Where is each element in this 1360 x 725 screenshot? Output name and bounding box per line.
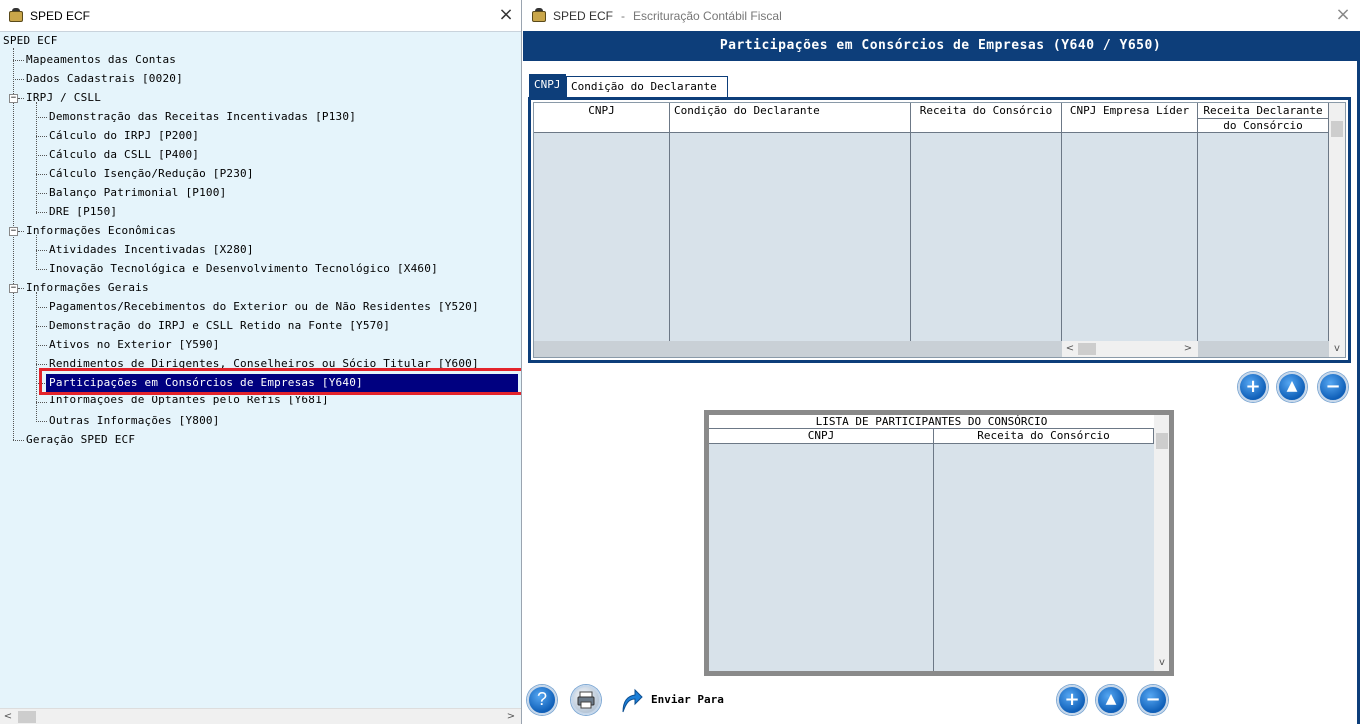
tree-item-mapeamentos[interactable]: Mapeamentos das Contas (26, 52, 176, 68)
collapse-irpj-icon[interactable]: − (9, 94, 18, 103)
left-window-title: SPED ECF (30, 8, 91, 23)
column-header-condicao[interactable]: Condição do Declarante (670, 103, 911, 133)
tab-cnpj[interactable]: CNPJ (529, 74, 566, 98)
participants-list-title: LISTA DE PARTICIPANTES DO CONSÓRCIO (709, 415, 1154, 429)
tree-item-y600[interactable]: Rendimentos de Dirigentes, Conselheiros … (49, 356, 479, 368)
print-button[interactable] (571, 685, 601, 715)
grid-vertical-scrollbar[interactable]: v (1329, 103, 1345, 357)
tree-item-y681[interactable]: Informações de Optantes pelo Refis [Y681… (49, 396, 329, 407)
tree-item-p230[interactable]: Cálculo Isenção/Redução [P230] (49, 166, 254, 182)
tree-item-p100[interactable]: Balanço Patrimonial [P100] (49, 185, 226, 201)
right-app-name: SPED ECF (553, 8, 614, 23)
scroll-right-icon[interactable]: > (503, 709, 519, 725)
column-receita-declarante-cells[interactable] (1198, 133, 1329, 343)
scroll-left-icon[interactable]: < (0, 709, 16, 725)
tree-item-x460[interactable]: Inovação Tecnológica e Desenvolvimento T… (49, 261, 438, 277)
tree-item-x280[interactable]: Atividades Incentivadas [X280] (49, 242, 254, 258)
tree-item-y590[interactable]: Ativos no Exterior [Y590] (49, 337, 220, 353)
help-button[interactable]: ? (527, 685, 557, 715)
title-separator: - (621, 8, 626, 23)
tree-item-geracao-sped[interactable]: Geração SPED ECF (26, 432, 135, 448)
tree-item-p150[interactable]: DRE [P150] (49, 204, 117, 220)
grid-scroll-thumb[interactable] (1078, 343, 1096, 355)
question-icon: ? (536, 689, 547, 709)
grid-scroll-down-icon[interactable]: v (1329, 341, 1345, 357)
column-header-cnpj[interactable]: CNPJ (534, 103, 670, 133)
list-up-button[interactable]: ▲ (1096, 685, 1126, 715)
sped-app-icon (531, 7, 547, 24)
plus-icon: + (1245, 376, 1261, 397)
plus-icon: + (1064, 689, 1080, 710)
tree-item-irpj-csll[interactable]: IRPJ / CSLL (26, 90, 101, 106)
list-remove-button[interactable]: − (1138, 685, 1168, 715)
right-title-bar: SPED ECF - Escrituração Contábil Fiscal (523, 0, 1360, 31)
column-condicao-cells[interactable] (670, 133, 911, 343)
right-close-icon[interactable]: × (1333, 5, 1353, 25)
column-header-receita-declarante-line1: Receita Declarante (1198, 104, 1328, 119)
tree-item-informacoes-economicas[interactable]: Informações Econômicas (26, 223, 176, 239)
grid-up-button[interactable]: ▲ (1277, 372, 1307, 402)
participants-list: LISTA DE PARTICIPANTES DO CONSÓRCIO CNPJ… (704, 410, 1174, 676)
selection-highlight-box (39, 368, 521, 395)
grid-vscroll-thumb[interactable] (1331, 121, 1343, 137)
consorcio-grid: CNPJ Condição do Declarante Receita do C… (528, 97, 1351, 363)
right-window-subtitle: Escrituração Contábil Fiscal (633, 8, 782, 23)
tab-condicao-declarante[interactable]: Condição do Declarante (566, 76, 728, 98)
tree-item-y520[interactable]: Pagamentos/Recebimentos do Exterior ou d… (49, 299, 479, 315)
list-vertical-scrollbar[interactable]: v (1154, 415, 1169, 671)
list-column-receita-cells[interactable] (934, 444, 1154, 671)
send-arrow-icon[interactable] (617, 686, 643, 714)
list-vscroll-thumb[interactable] (1156, 433, 1168, 449)
left-close-icon[interactable]: × (496, 5, 516, 25)
list-scroll-down-icon[interactable]: v (1154, 655, 1170, 671)
list-column-cnpj-cells[interactable] (709, 444, 934, 671)
sped-app-icon (8, 7, 24, 24)
right-window: SPED ECF - Escrituração Contábil Fiscal … (523, 0, 1360, 724)
collapse-gerais-icon[interactable]: − (9, 284, 18, 293)
navigation-tree: − − − SPED ECF Mapeamentos das Contas Da… (0, 31, 521, 708)
triangle-up-icon: ▲ (1105, 691, 1117, 707)
minus-icon: − (1145, 689, 1161, 710)
collapse-economicas-icon[interactable]: − (9, 227, 18, 236)
tree-item-p130[interactable]: Demonstração das Receitas Incentivadas [… (49, 109, 356, 125)
tree-item-y800[interactable]: Outras Informações [Y800] (49, 413, 220, 429)
left-title-bar: SPED ECF (0, 0, 521, 31)
list-column-header-cnpj[interactable]: CNPJ (709, 429, 934, 444)
tree-item-dados-cadastrais[interactable]: Dados Cadastrais [0020] (26, 71, 183, 87)
page-header: Participações em Consórcios de Empresas … (523, 31, 1358, 61)
tree-item-p200[interactable]: Cálculo do IRPJ [P200] (49, 128, 199, 144)
list-column-header-receita[interactable]: Receita do Consórcio (934, 429, 1154, 444)
printer-icon (577, 691, 595, 709)
tree-root[interactable]: SPED ECF (3, 33, 58, 49)
tree-item-p400[interactable]: Cálculo da CSLL [P400] (49, 147, 199, 163)
tree-item-y570[interactable]: Demonstração do IRPJ e CSLL Retido na Fo… (49, 318, 390, 334)
column-header-receita-consorcio[interactable]: Receita do Consórcio (911, 103, 1062, 133)
grid-horizontal-scrollbar[interactable]: < > (1062, 341, 1198, 357)
grid-remove-button[interactable]: − (1318, 372, 1348, 402)
tree-horizontal-scrollbar[interactable]: < > (0, 708, 521, 724)
grid-scroll-left-icon[interactable]: < (1062, 341, 1078, 357)
column-receita-cells[interactable] (911, 133, 1062, 343)
grid-scroll-right-icon[interactable]: > (1180, 341, 1196, 357)
grid-add-button[interactable]: + (1238, 372, 1268, 402)
left-window: SPED ECF × − − − SPED ECF Mapeamentos da… (0, 0, 522, 724)
send-to-label[interactable]: Enviar Para (651, 693, 724, 706)
grid-footer: < > (534, 341, 1329, 357)
minus-icon: − (1325, 376, 1341, 397)
list-add-button[interactable]: + (1057, 685, 1087, 715)
triangle-up-icon: ▲ (1286, 378, 1298, 394)
scroll-thumb[interactable] (18, 711, 36, 723)
column-header-cnpj-lider[interactable]: CNPJ Empresa Líder (1062, 103, 1198, 133)
column-cnpj-lider-cells[interactable] (1062, 133, 1198, 343)
column-header-receita-declarante[interactable]: Receita Declarante do Consórcio (1198, 103, 1329, 133)
tree-item-informacoes-gerais[interactable]: Informações Gerais (26, 280, 149, 296)
column-header-receita-declarante-line2: do Consórcio (1223, 119, 1303, 132)
column-cnpj-cells[interactable] (534, 133, 670, 343)
